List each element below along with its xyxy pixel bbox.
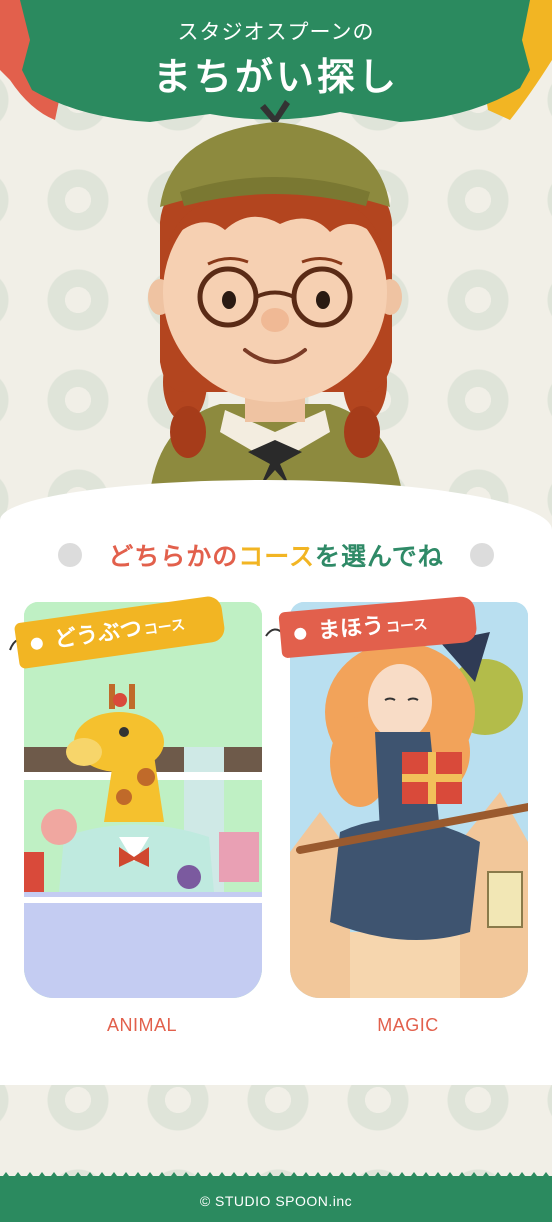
heading-part-2: コース (238, 542, 315, 571)
magic-course-image[interactable] (290, 602, 528, 998)
magic-tag-suffix: コース (385, 616, 429, 637)
magic-tag-label: まほう (317, 613, 386, 645)
heading-part-3: を選んでね (315, 542, 444, 571)
animal-course-label[interactable]: ANIMAL (22, 1015, 262, 1036)
animal-tag-label: どうぶつ (52, 616, 144, 654)
section-heading: どちらかのコースを選んでね (0, 537, 552, 573)
footer-copyright: © STUDIO SPOON.inc (199, 1193, 353, 1209)
banner-subtitle: スタジオスプーンの (177, 20, 375, 44)
detective-girl-illustration (130, 92, 420, 492)
heading-part-1: どちらかの (108, 542, 239, 571)
animal-tag-suffix: コース (142, 616, 187, 639)
tag-hole (293, 627, 307, 641)
magic-course-label[interactable]: MAGIC (288, 1015, 528, 1036)
tag-hole (30, 636, 44, 651)
